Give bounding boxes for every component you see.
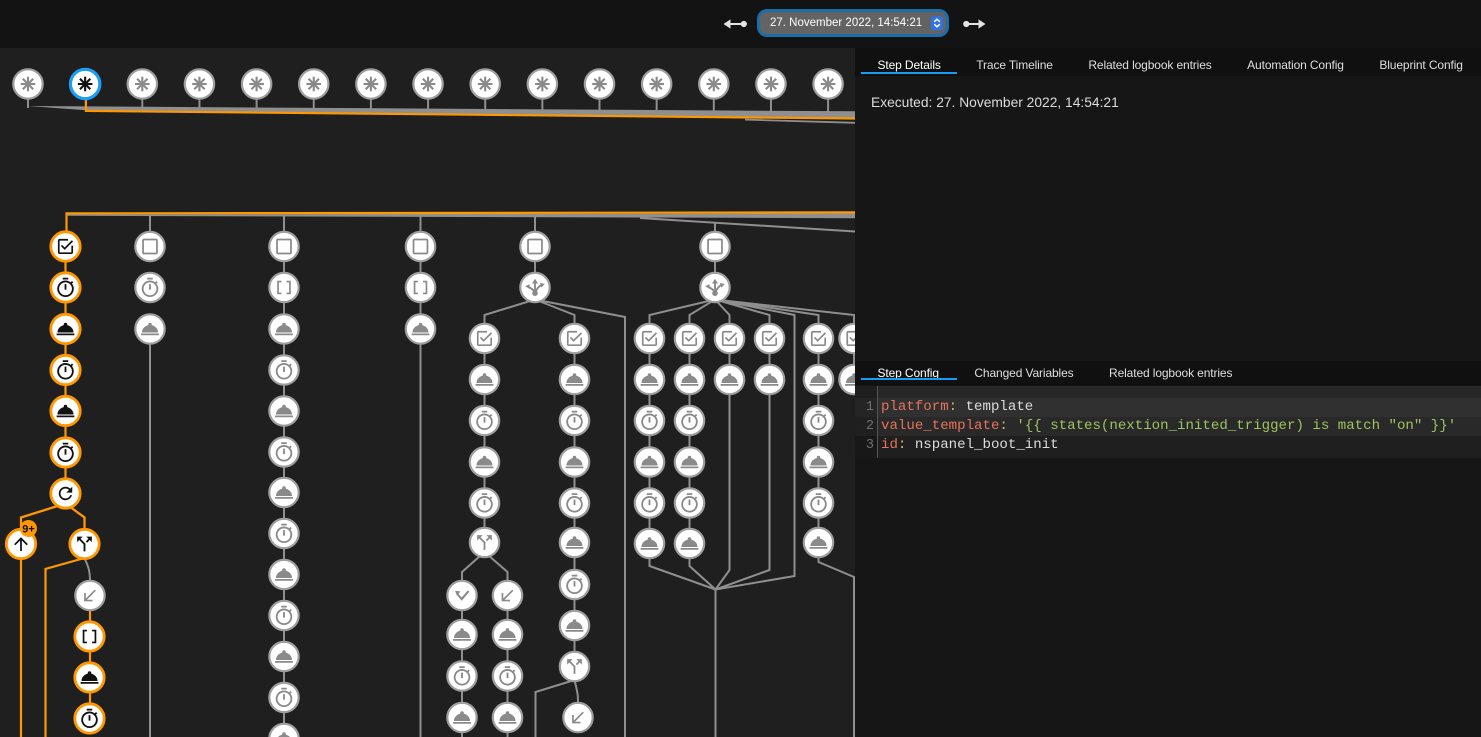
svg-text:9+: 9+ <box>22 524 35 536</box>
